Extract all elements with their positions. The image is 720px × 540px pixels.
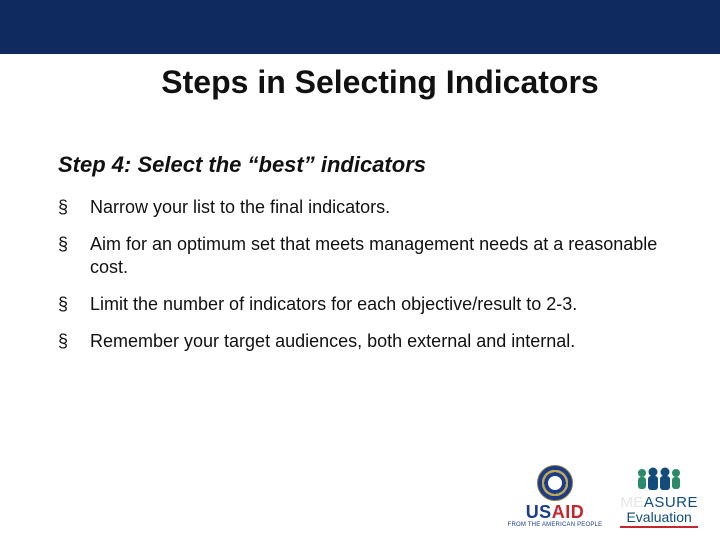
usaid-tagline: FROM THE AMERICAN PEOPLE xyxy=(508,522,603,528)
slide-title: Steps in Selecting Indicators xyxy=(0,64,720,101)
usaid-seal-icon xyxy=(537,465,573,501)
slide-subtitle: Step 4: Select the “best” indicators xyxy=(58,152,680,178)
list-item: Aim for an optimum set that meets manage… xyxy=(58,233,670,279)
logo-row: USAID FROM THE AMERICAN PEOPLE ME xyxy=(508,465,698,528)
measure-underline xyxy=(620,526,698,528)
list-item: Remember your target audiences, both ext… xyxy=(58,330,670,353)
usaid-us: US xyxy=(526,502,552,522)
measure-wordmark: MEASURE xyxy=(620,495,698,510)
header-bar xyxy=(0,0,720,54)
measure-sub: Evaluation xyxy=(626,510,691,524)
people-icon xyxy=(633,467,685,493)
list-item: Limit the number of indicators for each … xyxy=(58,293,670,316)
measure-logo: MEASURE Evaluation xyxy=(620,467,698,528)
usaid-aid: AID xyxy=(552,502,585,522)
slide: Steps in Selecting Indicators Step 4: Se… xyxy=(0,0,720,540)
bullet-list: Narrow your list to the final indicators… xyxy=(58,196,670,367)
list-item: Narrow your list to the final indicators… xyxy=(58,196,670,219)
usaid-wordmark: USAID xyxy=(526,503,585,521)
usaid-logo: USAID FROM THE AMERICAN PEOPLE xyxy=(508,465,603,528)
